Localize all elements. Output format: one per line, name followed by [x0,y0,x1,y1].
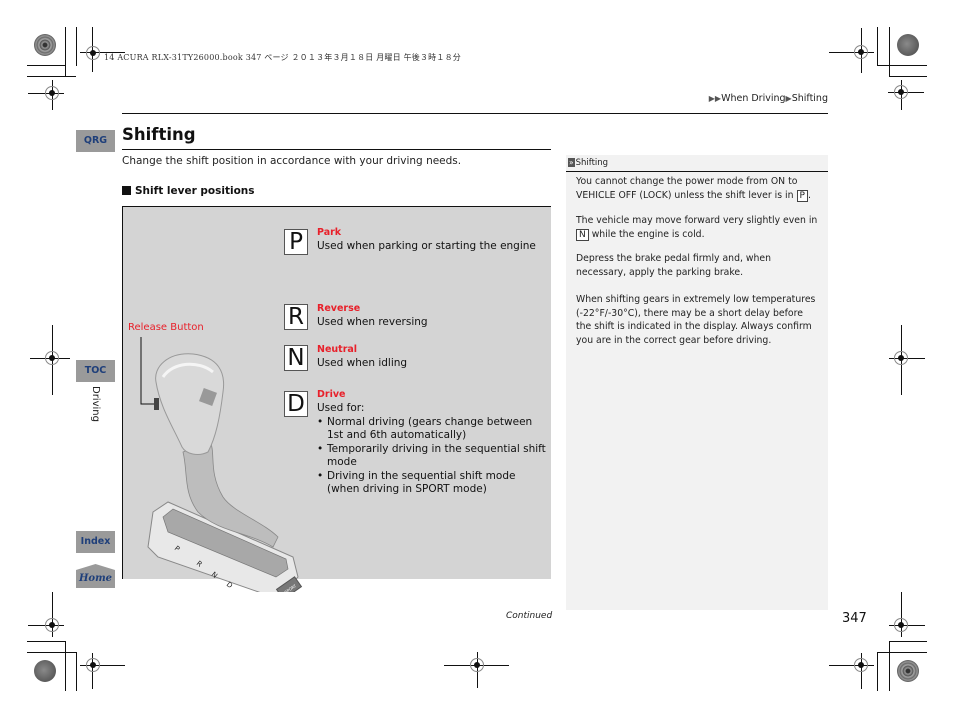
subheading-text: Shift lever positions [135,185,255,197]
note-panel: » Shifting You cannot change the power mo… [566,155,828,610]
intro-text: Change the shift position in accordance … [122,155,462,167]
note-text: You cannot change the power mode from ON… [576,176,798,201]
note-paragraph: The vehicle may move forward very slight… [576,214,821,241]
note-rule [566,171,828,172]
gear-name-neutral: Neutral [317,344,358,355]
note-paragraph: When shifting gears in extremely low tem… [576,294,816,346]
registration-mark-icon [894,85,908,99]
registration-mark-icon [45,618,59,632]
double-arrow-icon: ▶▶ [708,94,722,103]
breadcrumb-item-when-driving[interactable]: When Driving [721,93,785,104]
gear-p-inline-icon: P [796,189,808,202]
qrg-tab[interactable]: QRG [76,130,115,152]
registration-mark-icon [86,658,100,672]
shift-lever-figure: Release Button P R N D SPORT P Park Used… [122,206,551,592]
gear-desc-neutral: Used when idling [317,357,408,369]
drive-used-for: Used for: [317,402,365,414]
breadcrumb-item-shifting[interactable]: Shifting [792,93,828,104]
section-label: Driving [90,386,101,422]
drive-bullet: Temporarily driving in the sequential sh… [317,443,549,470]
drive-bullet: Normal driving (gears change between 1st… [317,416,549,443]
note-text: The vehicle may move forward very slight… [576,215,818,226]
home-tab[interactable]: Home [76,564,115,588]
page-number: 347 [842,611,867,626]
home-icon: Home [76,564,115,588]
registration-mark-icon [86,46,100,60]
gear-desc-park: Used when parking or starting the engine [317,240,536,252]
square-bullet-icon [122,186,131,195]
gear-indicator-d: D [284,391,308,417]
gear-indicator-n: N [284,345,308,371]
gear-desc-drive: Used for: Normal driving (gears change b… [317,402,549,497]
drive-bullet: Driving in the sequential shift mode (wh… [317,470,549,497]
gear-desc-reverse: Used when reversing [317,316,428,328]
index-tab[interactable]: Index [76,531,115,553]
subheading: Shift lever positions [122,185,255,197]
registration-mark-icon [470,658,484,672]
note-text: . [807,189,811,201]
continued-label: Continued [506,611,553,621]
drive-bullet-list: Normal driving (gears change between 1st… [317,416,549,497]
page-title: Shifting [122,125,196,144]
home-tab-label: Home [78,573,112,584]
registration-mark-icon [45,86,59,100]
toc-tab[interactable]: TOC [76,360,115,382]
registration-mark-icon [894,618,908,632]
header-rule [122,113,828,114]
gear-name-reverse: Reverse [317,303,361,314]
rosette-mark-icon [897,660,919,682]
rosette-mark-icon [34,34,56,56]
gear-n-inline-icon: N [576,228,589,241]
gear-name-drive: Drive [317,389,346,400]
gear-name-park: Park [317,227,342,238]
note-heading[interactable]: » Shifting [566,155,828,171]
note-paragraph: Depress the brake pedal firmly and, when… [576,253,771,278]
registration-mark-icon [854,45,868,59]
lever-letter-d: D [225,580,234,590]
gear-indicator-r: R [284,304,308,330]
disc-mark-icon [34,660,56,682]
print-header: 14 ACURA RLX-31TY26000.book 347 ページ ２０１３… [104,53,461,62]
disc-mark-icon [897,34,919,56]
registration-mark-icon [894,351,908,365]
registration-mark-icon [854,658,868,672]
breadcrumb: ▶▶When Driving▶Shifting [709,93,828,104]
gear-indicator-p: P [284,229,308,255]
note-heading-text: Shifting [575,158,609,168]
shift-lever-illustration: P R N D SPORT [140,337,303,592]
double-chevron-icon: » [568,158,575,167]
title-rule [122,149,551,150]
registration-mark-icon [45,351,59,365]
note-paragraph: You cannot change the power mode from ON… [576,175,821,202]
note-text: while the engine is cold. [591,228,705,240]
